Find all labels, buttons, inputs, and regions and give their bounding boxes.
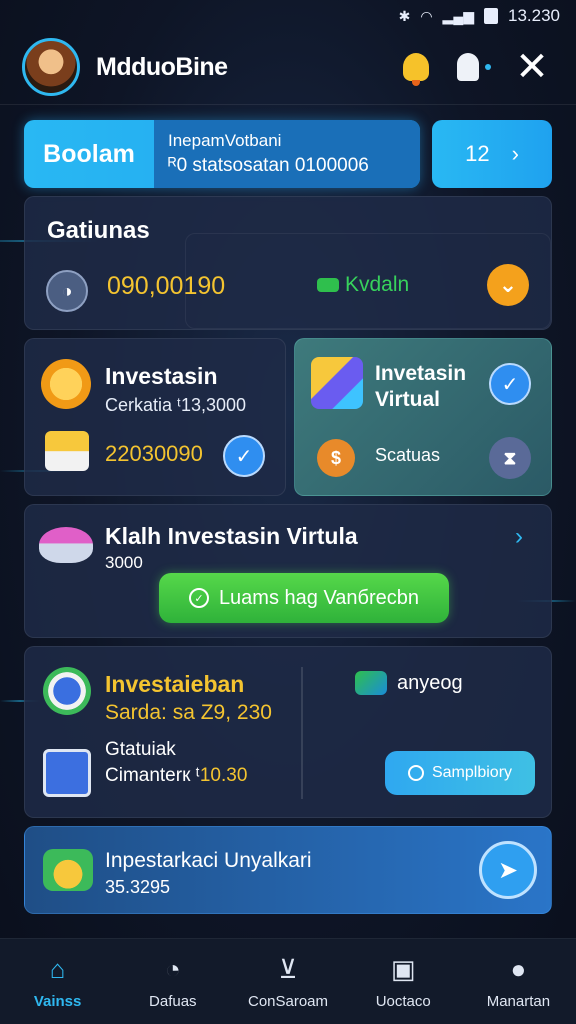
notification-button[interactable] [394, 45, 438, 89]
close-button[interactable]: ✕ [510, 45, 554, 89]
nav-label-chat: Dafuas [149, 993, 197, 1010]
line2-value: 10.30 [199, 765, 248, 786]
claim-button[interactable]: ✓ Luams hag Vanбrecbn [159, 573, 449, 623]
dollar-icon: $ [317, 439, 355, 477]
hourglass-icon[interactable]: ⧗ [489, 437, 531, 479]
card-balance[interactable]: Gatiunas 090,00190 Kvdaln ⌄ [24, 196, 552, 330]
gold-coin-icon [41, 359, 91, 409]
tab-main[interactable]: Boolam InepamVotbani ᴿ0 statsosatan 0100… [24, 120, 420, 188]
balance-tag: Kvdaln [317, 273, 409, 297]
frog-icon [43, 849, 93, 891]
card-investasi-value: 22030090 [105, 441, 203, 466]
card-virtual-title-line2: Virtual [375, 388, 440, 411]
nav-item-home[interactable]: ⌂ Vainss [0, 939, 115, 1024]
card-unyalkari[interactable]: Inpestarkaci Unyalkari 35.3295 ➤ [24, 826, 552, 914]
tag-chip-icon [317, 278, 339, 292]
card-virtual-title-line1: Invetasin [375, 362, 467, 385]
sample-button-label: Samplbiory [431, 764, 513, 781]
bell-icon [403, 53, 429, 86]
receipt-icon: ▣ [390, 953, 416, 984]
circle-icon [407, 765, 424, 781]
card-investaieban-title: Investaieban [105, 671, 245, 697]
investaieban-tag: anyeog [355, 671, 463, 695]
card-investasi-subtitle: Cerkatia ᵗ13,3000 [105, 395, 247, 415]
check-icon[interactable]: ✓ [223, 435, 265, 477]
card-virtual[interactable]: Invetasin Virtual ✓ $ Scatuas ⧗ [294, 338, 552, 496]
globe-icon [43, 667, 91, 715]
wifi-icon: ◠ [420, 7, 433, 24]
line2-prefix: Cimanterк ᵗ [105, 765, 200, 786]
card-balance-title: Gatiunas [47, 217, 150, 244]
chevron-right-icon: › [511, 141, 519, 166]
card-investasi[interactable]: Investasin Cerkatia ᵗ13,3000 22030090 ✓ [24, 338, 286, 496]
balance-tag-label: Kvdaln [345, 273, 410, 296]
claim-button-label: Luams hag Vanбrecbn [218, 586, 420, 609]
nav-label-receipt: Uoctaco [375, 993, 431, 1010]
send-button[interactable]: ➤ [479, 841, 537, 899]
card-virtual-status: Scatuas [375, 445, 441, 465]
nav-label-home: Vainss [33, 993, 82, 1010]
card-klaim-subtitle: 3000 [105, 553, 143, 572]
tab-main-info: InepamVotbani ᴿ0 statsosatan 0100006 [154, 120, 420, 188]
ufo-icon [39, 527, 93, 563]
home-icon: ⌂ [49, 953, 66, 984]
balance-value: 090,00190 [107, 272, 226, 300]
card-investaieban-subtitle: Sarda: sa Z9, 230 [105, 701, 272, 724]
coin-icon: ◑ [46, 270, 88, 312]
tab-side-label: 12 [465, 141, 490, 166]
indicator-dot [485, 64, 491, 70]
card-unyalkari-value: 35.3295 [105, 877, 171, 897]
bluetooth-icon: ✱ [398, 7, 411, 24]
virtual-tools-icon [311, 357, 363, 409]
card-investaieban-line2: Cimanterк ᵗ10.30 [105, 765, 247, 787]
wallet-icon [45, 431, 89, 471]
nav-item-chat[interactable]: ◔ Dafuas [115, 939, 230, 1024]
card-investaieban-line1: Gtatuiak [105, 739, 176, 760]
close-icon: ✕ [515, 45, 549, 89]
money-icon [355, 671, 387, 695]
tabs-row: Boolam InepamVotbani ᴿ0 statsosatan 0100… [24, 120, 552, 188]
tab-side[interactable]: 12 › [432, 120, 552, 188]
card-unyalkari-title: Inpestarkaci Unyalkari [105, 849, 312, 872]
battery-icon [484, 8, 498, 24]
card-klaim[interactable]: Klalh Investasin Virtula 3000 › ✓ Luams h… [24, 504, 552, 638]
header-divider [0, 104, 576, 105]
card-investasi-title: Investasin [105, 363, 218, 389]
investaieban-tag-label: anyeog [397, 671, 463, 694]
nav-label-profile: Manartan [486, 993, 551, 1010]
document-icon [43, 749, 91, 797]
check-circle-icon: ✓ [188, 588, 209, 608]
card-investaieban[interactable]: Investaieban Sarda: sa Z9, 230 anyeog Gt… [24, 646, 552, 818]
app-header: MdduoBine ✕ [0, 32, 576, 102]
card-klaim-title: Klalh Investasin Virtula [105, 523, 358, 549]
chevron-down-badge-icon[interactable]: ⌄ [487, 264, 529, 306]
status-bar: ✱ ◠ ▂▄▆ 13.230 [0, 0, 576, 32]
sample-button[interactable]: Samplbiory [385, 751, 535, 795]
vertical-divider [301, 667, 303, 799]
send-icon: ➤ [497, 856, 519, 884]
tab-main-label: Boolam [43, 139, 135, 168]
ghost-icon [457, 53, 479, 81]
chevron-right-icon[interactable]: › [515, 523, 523, 551]
nav-item-hanger[interactable]: ⊻ ConSaroam [230, 939, 345, 1024]
nav-item-profile[interactable]: ● Manartan [461, 939, 576, 1024]
signal-icon: ▂▄▆ [442, 7, 474, 24]
ghost-button[interactable] [452, 45, 496, 89]
bottom-nav: ⌂ Vainss ◔ Dafuas ⊻ ConSaroam ▣ Uoctaco … [0, 938, 576, 1024]
check-icon[interactable]: ✓ [489, 363, 531, 405]
nav-item-receipt[interactable]: ▣ Uoctaco [346, 939, 461, 1024]
tab-info-line2: ᴿ0 statsosatan 0100006 [168, 155, 369, 176]
profile-icon: ● [510, 953, 527, 984]
tab-info-line1: InepamVotbani [168, 131, 282, 150]
card-virtual-title: Invetasin Virtual [375, 361, 466, 413]
nav-label-hanger: ConSaroam [247, 993, 329, 1010]
avatar[interactable] [22, 38, 80, 96]
app-title: MdduoBine [96, 52, 228, 81]
hanger-icon: ⊻ [278, 953, 298, 984]
chat-icon: ◔ [164, 953, 181, 984]
status-time: 13.230 [508, 6, 560, 25]
